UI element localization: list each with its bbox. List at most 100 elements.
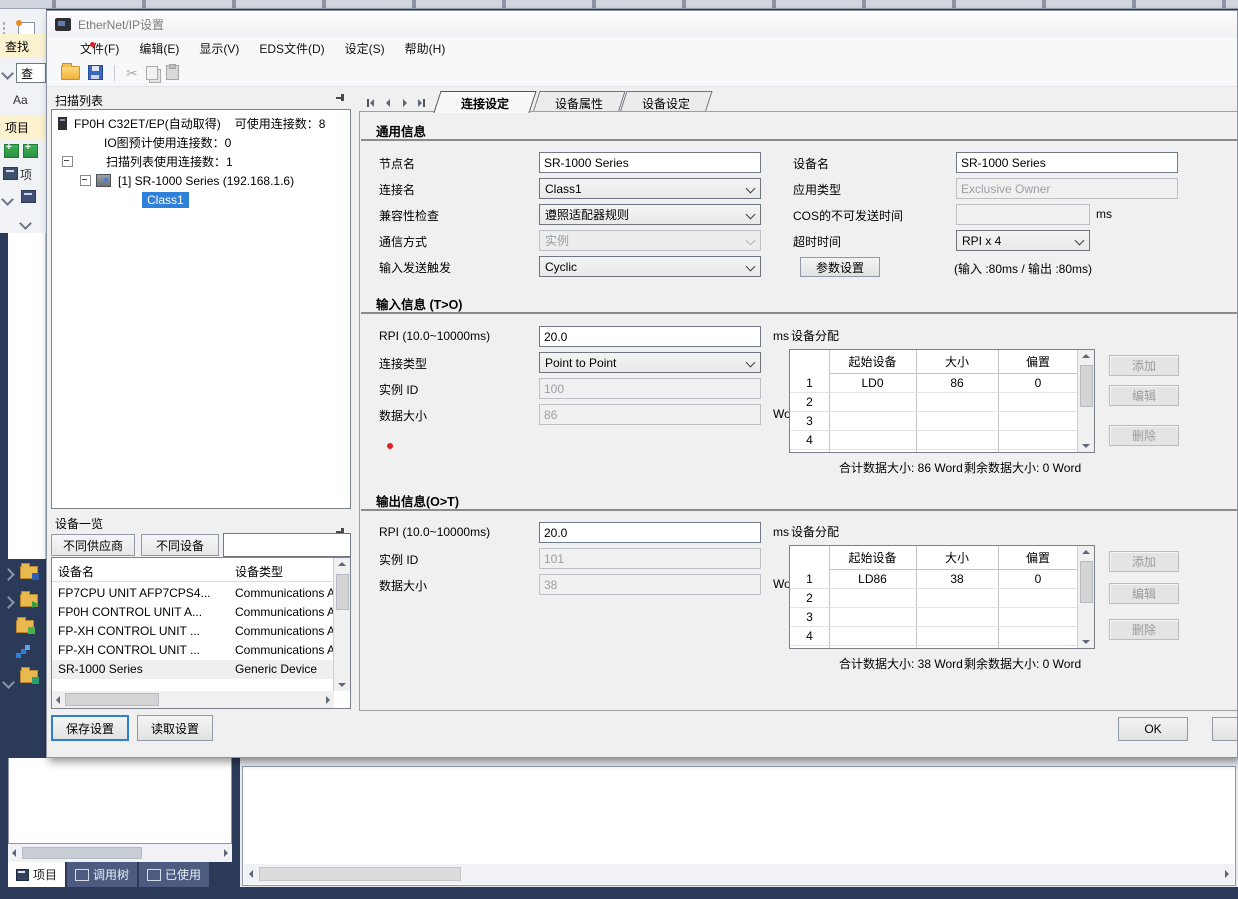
editor-horizontal-scrollbar[interactable] (244, 864, 1234, 884)
col-size[interactable]: 大小 (916, 546, 998, 570)
add-group-icon[interactable] (23, 144, 38, 158)
scroll-right-icon[interactable] (224, 849, 228, 857)
folder-grid-icon[interactable] (16, 620, 34, 633)
col-start-device[interactable]: 起始设备 (829, 546, 916, 570)
device-list-hscrollbar[interactable] (52, 691, 334, 708)
find-panel-label[interactable]: 查找 (0, 34, 46, 58)
row-number[interactable]: 1 (790, 373, 829, 392)
cancel-button[interactable]: 取消 (1212, 717, 1238, 741)
stairs-icon[interactable] (16, 646, 30, 658)
collapse-icon[interactable] (80, 175, 91, 186)
last-tab-icon[interactable] (414, 95, 429, 110)
folder-used-icon[interactable] (20, 670, 38, 683)
by-device-button[interactable]: 不同设备 (141, 534, 219, 556)
alloc-vscrollbar[interactable] (1077, 350, 1094, 452)
col-size[interactable]: 大小 (916, 350, 998, 374)
row-number[interactable]: 3 (790, 607, 829, 626)
scrollbar-thumb[interactable] (336, 574, 349, 610)
parameter-settings-button[interactable]: 参数设置 (800, 257, 880, 277)
menu-view[interactable]: 显示(V) (190, 38, 248, 59)
scroll-up-icon[interactable] (1082, 550, 1090, 554)
column-header-device-name[interactable]: 设备名 (58, 563, 228, 580)
scroll-up-icon[interactable] (1082, 354, 1090, 358)
tree-item-device[interactable]: [1] SR-1000 Series (192.168.1.6) (80, 171, 294, 190)
col-offset[interactable]: 偏置 (998, 546, 1078, 570)
menu-edit[interactable]: 编辑(E) (130, 38, 188, 59)
tab-used[interactable]: 已使用 (139, 862, 209, 887)
scroll-left-icon[interactable] (56, 696, 60, 704)
cell-size[interactable]: 38 (916, 569, 998, 588)
scroll-left-icon[interactable] (12, 849, 16, 857)
cell-size[interactable]: 86 (916, 373, 998, 392)
alloc-vscrollbar[interactable] (1077, 546, 1094, 648)
table-row[interactable]: FP-XH CONTROL UNIT ... Communications Ad (52, 622, 334, 641)
tab-project[interactable]: 项目 (8, 862, 65, 887)
timeout-select[interactable]: RPI x 4 (956, 230, 1090, 251)
row-number[interactable]: 4 (790, 626, 829, 645)
tree-item-connection-selected[interactable]: Class1 (142, 190, 189, 209)
cell-start-device[interactable]: LD0 (829, 373, 916, 392)
device-name-input[interactable]: SR-1000 Series (956, 152, 1178, 173)
table-row-selected[interactable]: SR-1000 Series Generic Device (52, 660, 334, 679)
chevron-down-icon[interactable] (4, 676, 13, 690)
scroll-down-icon[interactable] (1082, 444, 1090, 448)
compat-check-select[interactable]: 遵照适配器规则 (539, 204, 761, 225)
scrollbar-thumb[interactable] (1080, 365, 1093, 407)
scroll-down-icon[interactable] (1082, 640, 1090, 644)
save-settings-button[interactable]: 保存设置 (51, 715, 129, 741)
row-number[interactable]: 2 (790, 392, 829, 411)
node-name-input[interactable]: SR-1000 Series (539, 152, 761, 173)
menu-eds-file[interactable]: EDS文件(D) (250, 38, 333, 59)
scrollbar-thumb[interactable] (65, 693, 159, 706)
table-row[interactable]: FP-XH CONTROL UNIT ... Communications Ad (52, 641, 334, 660)
menu-help[interactable]: 帮助(H) (396, 38, 455, 59)
row-number[interactable]: 3 (790, 411, 829, 430)
col-start-device[interactable]: 起始设备 (829, 350, 916, 374)
output-rpi-input[interactable]: 20.0 (539, 522, 761, 543)
input-rpi-input[interactable]: 20.0 (539, 326, 761, 347)
chevron-right-icon[interactable] (4, 568, 13, 582)
device-filter-input[interactable] (223, 533, 351, 557)
ok-button[interactable]: OK (1118, 717, 1188, 741)
conn-type-select[interactable]: Point to Point (539, 352, 761, 373)
scrollbar-thumb[interactable] (22, 847, 142, 859)
cell-start-device[interactable]: LD86 (829, 569, 916, 588)
scrollbar-thumb[interactable] (1080, 561, 1093, 603)
table-row[interactable]: FP7CPU UNIT AFP7CPS4... Communications A… (52, 584, 334, 603)
chevron-down-icon[interactable] (3, 193, 12, 207)
scroll-left-icon[interactable] (249, 870, 253, 878)
by-vendor-button[interactable]: 不同供应商 (51, 534, 135, 556)
row-number[interactable]: 1 (790, 569, 829, 588)
scroll-right-icon[interactable] (1225, 870, 1229, 878)
tab-call-tree[interactable]: 调用树 (67, 862, 137, 887)
dialog-titlebar[interactable]: EtherNet/IP设置 (47, 11, 1237, 37)
tree-item-plc[interactable]: FP0H C32ET/EP(自动取得) 可使用连接数：8 (58, 114, 325, 133)
project-panel-label[interactable]: 项目 (0, 115, 46, 139)
device-list-vscrollbar[interactable] (333, 558, 350, 691)
tree-item-scan-count[interactable]: 扫描列表使用连接数：1 (62, 152, 233, 171)
input-trigger-select[interactable]: Cyclic (539, 256, 761, 277)
scrollbar-thumb[interactable] (259, 867, 461, 881)
folder-run-icon[interactable] (20, 594, 38, 607)
chevron-down-icon[interactable] (3, 67, 12, 81)
tab-device-settings[interactable]: 设备设定 (619, 91, 712, 113)
read-settings-button[interactable]: 读取设置 (137, 715, 213, 741)
chevron-right-icon[interactable] (4, 596, 13, 610)
open-icon[interactable] (61, 66, 80, 80)
folder-book-icon[interactable] (20, 566, 38, 579)
column-header-device-type[interactable]: 设备类型 (235, 563, 283, 580)
left-horizontal-scrollbar[interactable] (8, 844, 232, 862)
pin-icon[interactable] (335, 93, 346, 104)
chevron-down-icon[interactable] (21, 217, 30, 231)
next-tab-icon[interactable] (397, 95, 412, 110)
cell-offset[interactable]: 0 (998, 569, 1078, 588)
col-offset[interactable]: 偏置 (998, 350, 1078, 374)
tree-item-io-map[interactable]: IO图预计使用连接数：0 (104, 133, 231, 152)
save-icon[interactable] (88, 65, 103, 80)
device-monitor-icon[interactable] (21, 190, 36, 203)
find-input[interactable]: 查 (16, 63, 46, 83)
scroll-right-icon[interactable] (326, 696, 330, 704)
scroll-down-icon[interactable] (338, 683, 346, 687)
menu-file[interactable]: 文件(F) (71, 38, 128, 59)
project-tree-icon[interactable] (3, 167, 18, 180)
